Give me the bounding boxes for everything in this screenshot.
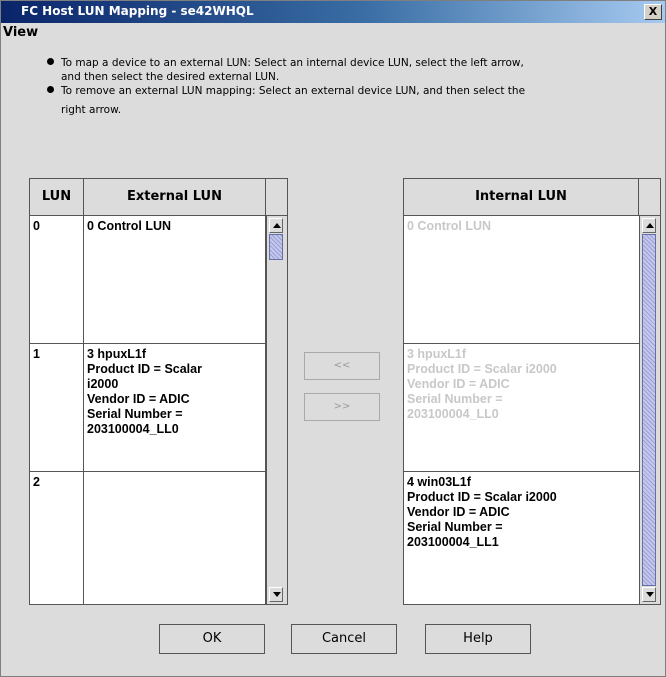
map-left-button[interactable]: << (304, 352, 380, 380)
instruction-text: right arrow. (61, 104, 122, 116)
chevron-down-icon (273, 592, 281, 597)
window-title: FC Host LUN Mapping - se42WHQL (21, 4, 254, 18)
instruction-item: To map a device to an external LUN: Sele… (47, 56, 659, 84)
instruction-text: and then select the desired external LUN… (61, 71, 280, 83)
lun-mapping-dialog: FC Host LUN Mapping - se42WHQL X View To… (0, 0, 666, 677)
scroll-down-button[interactable] (642, 587, 656, 602)
external-lun-cell (84, 472, 266, 604)
bullet-icon (47, 86, 54, 93)
title-bar[interactable]: FC Host LUN Mapping - se42WHQL X (1, 1, 665, 23)
scroll-thumb[interactable] (269, 234, 283, 260)
bullet-icon (47, 58, 54, 65)
external-lun-cell: 0 Control LUN (84, 216, 266, 343)
menu-bar: View (1, 23, 665, 43)
header-corner (266, 179, 287, 215)
chevron-up-icon (646, 223, 654, 228)
chevron-up-icon (273, 223, 281, 228)
internal-table-header: Internal LUN (404, 179, 660, 216)
table-row[interactable]: 0 Control LUN (404, 216, 639, 344)
internal-scrollbar[interactable] (639, 216, 660, 604)
close-button[interactable]: X (644, 4, 662, 20)
ok-button[interactable]: OK (159, 624, 265, 654)
instruction-item: To remove an external LUN mapping: Selec… (47, 84, 659, 117)
column-header-external-lun[interactable]: External LUN (84, 179, 266, 215)
internal-lun-cell: 3 hpuxL1f Product ID = Scalar i2000 Vend… (407, 347, 557, 421)
close-icon: X (648, 5, 658, 18)
table-row[interactable]: 3 hpuxL1f Product ID = Scalar i2000 Vend… (404, 344, 639, 472)
cancel-button[interactable]: Cancel (291, 624, 397, 654)
help-button[interactable]: Help (425, 624, 531, 654)
external-lun-cell: 3 hpuxL1f Product ID = Scalar i2000 Vend… (84, 344, 266, 471)
lun-number-cell: 1 (30, 344, 84, 471)
internal-lun-cell: 4 win03L1f Product ID = Scalar i2000 Ven… (407, 475, 557, 549)
instruction-text: To remove an external LUN mapping: Selec… (61, 85, 526, 97)
column-header-lun[interactable]: LUN (30, 179, 84, 215)
menu-view[interactable]: View (3, 25, 38, 40)
scroll-up-button[interactable] (642, 218, 656, 233)
external-lun-table: LUN External LUN 0 0 Control LUN 1 3 hpu… (29, 178, 288, 605)
table-row[interactable]: 0 0 Control LUN (30, 216, 266, 344)
lun-number-cell: 0 (30, 216, 84, 343)
instruction-text: To map a device to an external LUN: Sele… (61, 57, 524, 69)
unmap-right-button[interactable]: >> (304, 393, 380, 421)
external-table-header: LUN External LUN (30, 179, 287, 216)
lun-number-cell: 2 (30, 472, 84, 604)
internal-lun-table: Internal LUN 0 Control LUN 3 hpuxL1f Pro… (403, 178, 661, 605)
internal-lun-cell: 0 Control LUN (407, 219, 492, 233)
external-scrollbar[interactable] (266, 216, 287, 604)
instructions: To map a device to an external LUN: Sele… (47, 56, 659, 117)
scroll-down-button[interactable] (269, 587, 283, 602)
chevron-down-icon (646, 592, 654, 597)
table-row[interactable]: 1 3 hpuxL1f Product ID = Scalar i2000 Ve… (30, 344, 266, 472)
table-row[interactable]: 4 win03L1f Product ID = Scalar i2000 Ven… (404, 472, 639, 604)
header-corner (639, 179, 660, 215)
scroll-thumb[interactable] (642, 234, 656, 586)
scroll-up-button[interactable] (269, 218, 283, 233)
table-row[interactable]: 2 (30, 472, 266, 604)
column-header-internal-lun[interactable]: Internal LUN (404, 179, 639, 215)
